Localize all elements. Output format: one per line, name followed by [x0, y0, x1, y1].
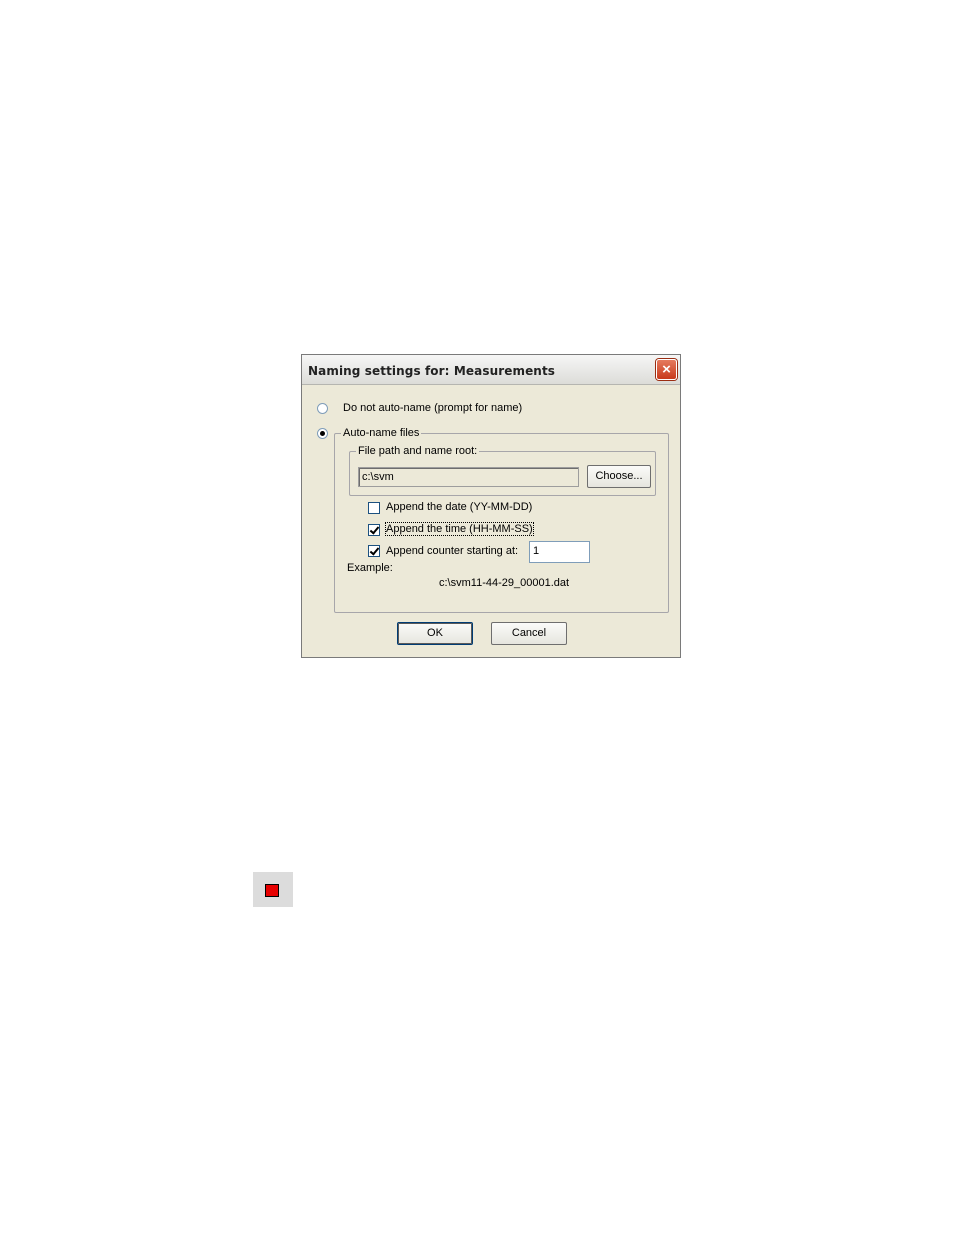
radio-autoname-label[interactable]: Auto-name files — [341, 427, 422, 439]
ok-button[interactable]: OK — [397, 622, 473, 645]
cancel-button[interactable]: Cancel — [491, 622, 567, 645]
append-date-label[interactable]: Append the date (YY-MM-DD) — [386, 501, 532, 513]
append-counter-label[interactable]: Append counter starting at: — [386, 545, 518, 557]
append-time-checkbox[interactable] — [368, 524, 380, 536]
radio-do-not-autoname[interactable] — [317, 403, 328, 414]
title-bar[interactable]: Naming settings for: Measurements × — [302, 355, 680, 385]
append-date-checkbox[interactable] — [368, 502, 380, 514]
append-time-label[interactable]: Append the time (HH-MM-SS) — [385, 522, 534, 536]
file-path-group-label: File path and name root: — [356, 445, 480, 457]
example-label: Example: — [347, 562, 393, 574]
example-value: c:\svm11-44-29_00001.dat — [439, 577, 570, 589]
radio-do-not-autoname-label[interactable]: Do not auto-name (prompt for name) — [343, 402, 522, 414]
close-button[interactable]: × — [656, 359, 677, 380]
stop-icon — [265, 884, 279, 897]
choose-button[interactable]: Choose... — [587, 465, 651, 488]
naming-settings-dialog: Naming settings for: Measurements × Do n… — [301, 354, 681, 658]
stop-button[interactable] — [253, 872, 293, 907]
append-counter-checkbox[interactable] — [368, 545, 380, 557]
close-icon: × — [662, 361, 671, 378]
autoname-group: Auto-name files File path and name root:… — [334, 427, 669, 613]
file-path-group: File path and name root: c:\svm Choose..… — [349, 445, 656, 496]
counter-start-input[interactable]: 1 — [529, 541, 590, 563]
radio-autoname[interactable] — [317, 428, 328, 439]
dialog-title: Naming settings for: Measurements — [308, 364, 556, 378]
file-path-input[interactable]: c:\svm — [358, 467, 579, 487]
